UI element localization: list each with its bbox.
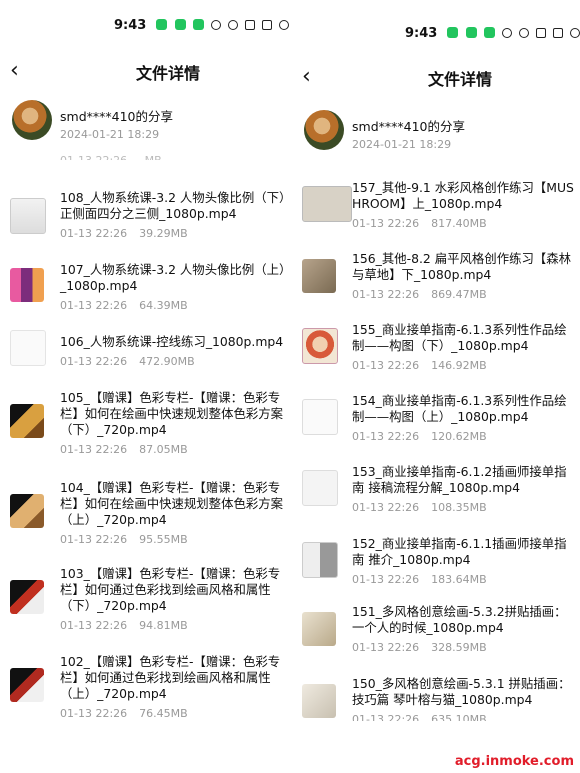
file-size: 76.45MB: [139, 707, 188, 720]
file-name: 106_人物系统课-控线练习_1080p.mp4: [60, 334, 284, 349]
right-panel: 9:43 4G ‹ 文件详情 smd****410的分享 2024-01-21 …: [292, 0, 580, 773]
file-thumbnail: [10, 668, 44, 702]
file-meta: 01-13 22:26 87.05MB: [60, 443, 200, 456]
file-size: 87.05MB: [139, 443, 188, 456]
file-date: 01-13 22:26: [352, 430, 420, 443]
file-thumbnail: [302, 612, 336, 646]
file-thumbnail: [302, 259, 336, 293]
file-meta: 01-13 22:26 76.45MB: [60, 707, 200, 720]
file-thumbnail: [10, 268, 44, 302]
file-size: 94.81MB: [139, 619, 188, 632]
file-date: 01-13 22:26: [352, 501, 420, 514]
file-thumbnail: [302, 399, 338, 435]
file-size: 472.90MB: [139, 355, 195, 368]
file-date: 01-13 22:26: [352, 359, 420, 372]
file-meta: 01-13 22:26 146.92MB: [352, 359, 499, 372]
file-name: 108_人物系统课-3.2 人物头像比例（下）正侧面四分之三侧_1080p.mp…: [60, 190, 286, 221]
file-thumbnail: [302, 684, 336, 718]
file-meta: 01-13 22:26 39.29MB: [60, 227, 200, 240]
file-date: 01-13 22:26: [60, 533, 128, 546]
watermark: acg.inmoke.com: [454, 754, 574, 769]
file-thumbnail: [10, 404, 44, 438]
file-name: 153_商业接单指南-6.1.2插画师接单指南 接稿流程分解_1080p.mp4: [352, 464, 567, 495]
file-meta: 01-13 22:26 120.62MB: [352, 430, 499, 443]
file-size: 120.62MB: [431, 430, 487, 443]
file-thumbnail: [302, 542, 338, 578]
file-date: 01-13 22:26: [352, 573, 420, 586]
file-name: 105_【赠课】色彩专栏-【赠课：色彩专栏】如何在绘画中快速规划整体色彩方案（下…: [60, 390, 284, 437]
file-meta: 01-13 22:26 95.55MB: [60, 533, 200, 546]
file-date: 01-13 22:26: [60, 619, 128, 632]
file-thumbnail: [10, 330, 46, 366]
file-name: 152_商业接单指南-6.1.1插画师接单指南 推介_1080p.mp4: [352, 536, 567, 567]
file-name: 155_商业接单指南-6.1.3系列性作品绘制——构图（下）_1080p.mp4: [352, 322, 567, 353]
file-meta: 01-13 22:26 94.81MB: [60, 619, 200, 632]
file-size: 183.64MB: [431, 573, 487, 586]
file-date: 01-13 22:26: [60, 355, 128, 368]
file-date: 01-13 22:26: [352, 641, 420, 654]
file-meta: 01-13 22:26 472.90MB: [60, 355, 207, 368]
file-date: 01-13 22:26: [352, 217, 420, 230]
file-size: 328.59MB: [431, 641, 487, 654]
file-size: 108.35MB: [431, 501, 487, 514]
file-name: 150_多风格创意绘画-5.3.1 拼贴插画：技巧篇 琴叶榕与猫_1080p.m…: [352, 676, 571, 707]
file-meta: 01-13 22:26 328.59MB: [352, 641, 499, 654]
file-size: 635.10MB: [431, 713, 487, 721]
file-thumbnail: [10, 494, 44, 528]
file-name: 103_【赠课】色彩专栏-【赠课：色彩专栏】如何通过色彩找到绘画风格和属性（下）…: [60, 566, 281, 613]
file-thumbnail: [302, 328, 338, 364]
file-meta: 01-13 22:26 64.39MB: [60, 299, 200, 312]
file-thumbnail: [302, 186, 352, 222]
file-list: 157_其他-9.1 水彩风格创作练习【MUSHROOM】上_1080p.mp4…: [302, 0, 580, 773]
file-size: 869.47MB: [431, 288, 487, 301]
file-name: 157_其他-9.1 水彩风格创作练习【MUSHROOM】上_1080p.mp4: [352, 180, 574, 211]
file-thumbnail: [10, 580, 44, 614]
file-size: 817.40MB: [431, 217, 487, 230]
file-date: 01-13 22:26: [60, 227, 128, 240]
file-date: 01-13 22:26: [60, 707, 128, 720]
left-panel: 9:43 4G ‹ 文件详情 smd****410的分享 2024-01-21 …: [0, 0, 290, 773]
file-name: 151_多风格创意绘画-5.3.2拼贴插画：一个人的时候_1080p.mp4: [352, 604, 567, 635]
file-meta: 01-13 22:26 635.10MB: [352, 713, 499, 721]
file-meta: 01-13 22:26 869.47MB: [352, 288, 499, 301]
file-size: 64.39MB: [139, 299, 188, 312]
file-name: 107_人物系统课-3.2 人物头像比例（上）_1080p.mp4: [60, 262, 286, 293]
file-name: 156_其他-8.2 扁平风格创作练习【森林与草地】下_1080p.mp4: [352, 251, 572, 282]
file-size: 146.92MB: [431, 359, 487, 372]
file-name: 154_商业接单指南-6.1.3系列性作品绘制——构图（上）_1080p.mp4: [352, 393, 567, 424]
file-thumbnail: [10, 198, 46, 234]
file-name: 104_【赠课】色彩专栏-【赠课：色彩专栏】如何在绘画中快速规划整体色彩方案（上…: [60, 480, 284, 527]
file-date: 01-13 22:26: [352, 288, 420, 301]
file-thumbnail: [302, 470, 338, 506]
file-meta: 01-13 22:26 817.40MB: [352, 217, 499, 230]
file-name: 102_【赠课】色彩专栏-【赠课：色彩专栏】如何通过色彩找到绘画风格和属性（上）…: [60, 654, 281, 701]
file-meta: 01-13 22:26 108.35MB: [352, 501, 499, 514]
file-size: 95.55MB: [139, 533, 188, 546]
file-meta: 01-13 22:26 183.64MB: [352, 573, 499, 586]
file-date: 01-13 22:26: [60, 299, 128, 312]
file-size: 39.29MB: [139, 227, 188, 240]
file-date: 01-13 22:26: [60, 443, 128, 456]
file-list: 108_人物系统课-3.2 人物头像比例（下）正侧面四分之三侧_1080p.mp…: [10, 0, 290, 773]
file-date: 01-13 22:26: [352, 713, 420, 721]
